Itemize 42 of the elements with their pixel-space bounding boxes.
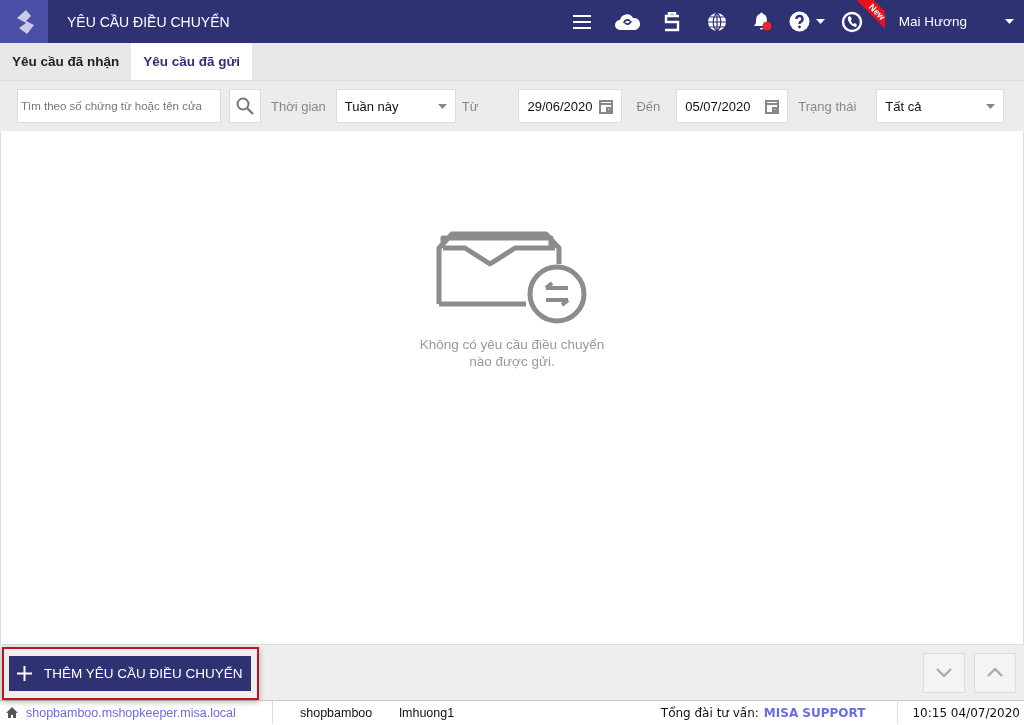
status-dropdown[interactable]: Tất cả: [876, 89, 1005, 123]
search-icon: [236, 97, 254, 115]
app-logo[interactable]: [0, 0, 48, 43]
hotline-link[interactable]: MISA SUPPORT: [763, 705, 866, 720]
caret-icon: [816, 19, 826, 24]
chevron-up-icon: [987, 668, 1003, 677]
status-label: Trạng thái: [798, 98, 857, 114]
envelope-transfer-icon: [436, 230, 588, 326]
to-date-field[interactable]: 05/07/2020: [676, 89, 789, 123]
menu-icon[interactable]: [573, 14, 592, 29]
help-icon[interactable]: [789, 11, 811, 32]
tab[interactable]: Yêu cầu đã gửi: [131, 43, 253, 80]
user-name: lmhuong1: [399, 705, 455, 720]
shop-logo-icon[interactable]: [663, 11, 682, 32]
add-request-button[interactable]: THÊM YÊU CẦU ĐIỀU CHUYỂN: [9, 656, 251, 691]
home-icon: [6, 707, 18, 718]
calendar-icon[interactable]: [765, 98, 780, 114]
cloud-sync-icon[interactable]: [614, 13, 640, 30]
globe-icon[interactable]: [707, 11, 728, 32]
from-date-field[interactable]: 29/06/2020: [518, 89, 623, 123]
search-field[interactable]: Tìm theo số chứng từ hoặc tên cửa: [17, 89, 221, 123]
user-menu[interactable]: Mai Hương: [898, 14, 1014, 29]
hotline-label: Tổng đài tư vấn:: [660, 705, 759, 720]
empty-message: Không có yêu cầu điều chuyển nào được gửi.: [418, 336, 606, 370]
caret-icon: [986, 103, 996, 109]
bell-icon[interactable]: [752, 11, 773, 32]
plus-icon: [17, 666, 32, 681]
phone-icon[interactable]: [841, 10, 864, 33]
domain-link[interactable]: shopbamboo.mshopkeeper.misa.local: [26, 705, 236, 720]
tab[interactable]: Yêu cầu đã nhận: [0, 43, 132, 80]
chevron-down-icon: [936, 668, 952, 677]
search-button[interactable]: [229, 89, 261, 123]
shop-name: shopbamboo: [300, 705, 373, 720]
time-dropdown[interactable]: Tuần này: [335, 89, 456, 123]
caret-icon: [437, 103, 447, 109]
window-title: YÊU CẦU ĐIỀU CHUYỂN: [67, 13, 231, 30]
calendar-icon[interactable]: [599, 98, 614, 114]
from-label: Từ: [461, 98, 479, 114]
caret-icon: [1005, 19, 1014, 24]
time-label: Thời gian: [271, 98, 326, 114]
to-label: Đến: [636, 98, 661, 114]
date-time: 10:15 04/07/2020: [912, 705, 1020, 720]
